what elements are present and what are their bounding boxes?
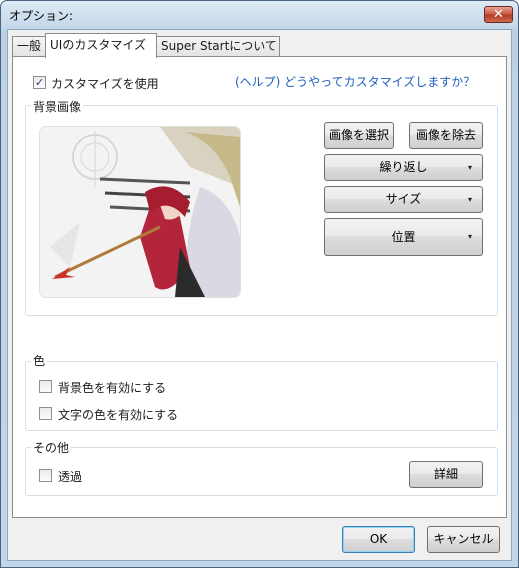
ok-label: OK: [369, 532, 388, 546]
chevron-down-icon: ▾: [467, 163, 472, 172]
close-button[interactable]: ✕: [484, 6, 513, 23]
tab-about-super-start[interactable]: Super Startについて: [156, 36, 280, 57]
tab-ui-customize-label: UIのカスタマイズ: [50, 38, 146, 52]
enable-bg-color-label: 背景色を有効にする: [58, 381, 167, 395]
use-customize-checkbox[interactable]: ✓: [33, 76, 46, 89]
enable-text-color-checkbox[interactable]: [39, 407, 52, 420]
chevron-down-icon: ▾: [467, 232, 472, 241]
background-image-group-title: 背景画像: [31, 98, 84, 115]
ok-button[interactable]: OK: [342, 526, 415, 553]
repeat-label: 繰り返し: [379, 160, 428, 174]
enable-bg-color-checkbox[interactable]: [39, 380, 52, 393]
window-title: オプション:: [9, 9, 74, 23]
repeat-dropdown-button[interactable]: 繰り返し ▾: [324, 154, 483, 181]
tab-ui-customize[interactable]: UIのカスタマイズ: [45, 33, 157, 58]
select-image-label: 画像を選択: [328, 128, 389, 142]
cancel-label: キャンセル: [433, 532, 494, 546]
transparent-label: 透過: [58, 470, 83, 484]
tab-general-label: 一般: [17, 39, 42, 53]
cancel-button[interactable]: キャンセル: [427, 526, 500, 553]
dialog-client-area: 一般 UIのカスタマイズ Super Startについて ✓ カスタマイズを使用…: [7, 29, 512, 561]
checkmark-icon: ✓: [34, 76, 45, 89]
remove-image-button[interactable]: 画像を除去: [409, 122, 483, 149]
close-icon: ✕: [493, 7, 504, 22]
background-image-preview: [40, 127, 240, 297]
other-group-title: その他: [31, 439, 72, 456]
enable-text-color-label: 文字の色を有効にする: [58, 408, 179, 422]
tab-panel-ui-customize: ✓ カスタマイズを使用 (ヘルプ) どうやってカスタマイズしますか？ 背景画像: [12, 56, 507, 518]
size-dropdown-button[interactable]: サイズ ▾: [324, 186, 483, 213]
position-dropdown-button[interactable]: 位置 ▾: [324, 218, 483, 256]
select-image-button[interactable]: 画像を選択: [324, 122, 394, 149]
color-group-title: 色: [31, 352, 48, 369]
use-customize-label: カスタマイズを使用: [51, 77, 159, 91]
size-label: サイズ: [385, 192, 422, 206]
chevron-down-icon: ▾: [467, 195, 472, 204]
transparent-checkbox[interactable]: [39, 469, 52, 482]
help-link[interactable]: (ヘルプ) どうやってカスタマイズしますか？: [235, 73, 475, 90]
anime-illustration-image: [40, 127, 240, 297]
details-button[interactable]: 詳細: [409, 461, 483, 488]
options-window: オプション: ✕ 一般 UIのカスタマイズ Super Startについて ✓ …: [0, 0, 519, 568]
title-bar[interactable]: オプション: ✕: [1, 1, 518, 29]
position-label: 位置: [391, 230, 416, 244]
details-label: 詳細: [433, 467, 458, 481]
tab-general[interactable]: 一般: [12, 36, 46, 57]
remove-image-label: 画像を除去: [415, 128, 476, 142]
tab-about-label: Super Startについて: [161, 39, 277, 53]
